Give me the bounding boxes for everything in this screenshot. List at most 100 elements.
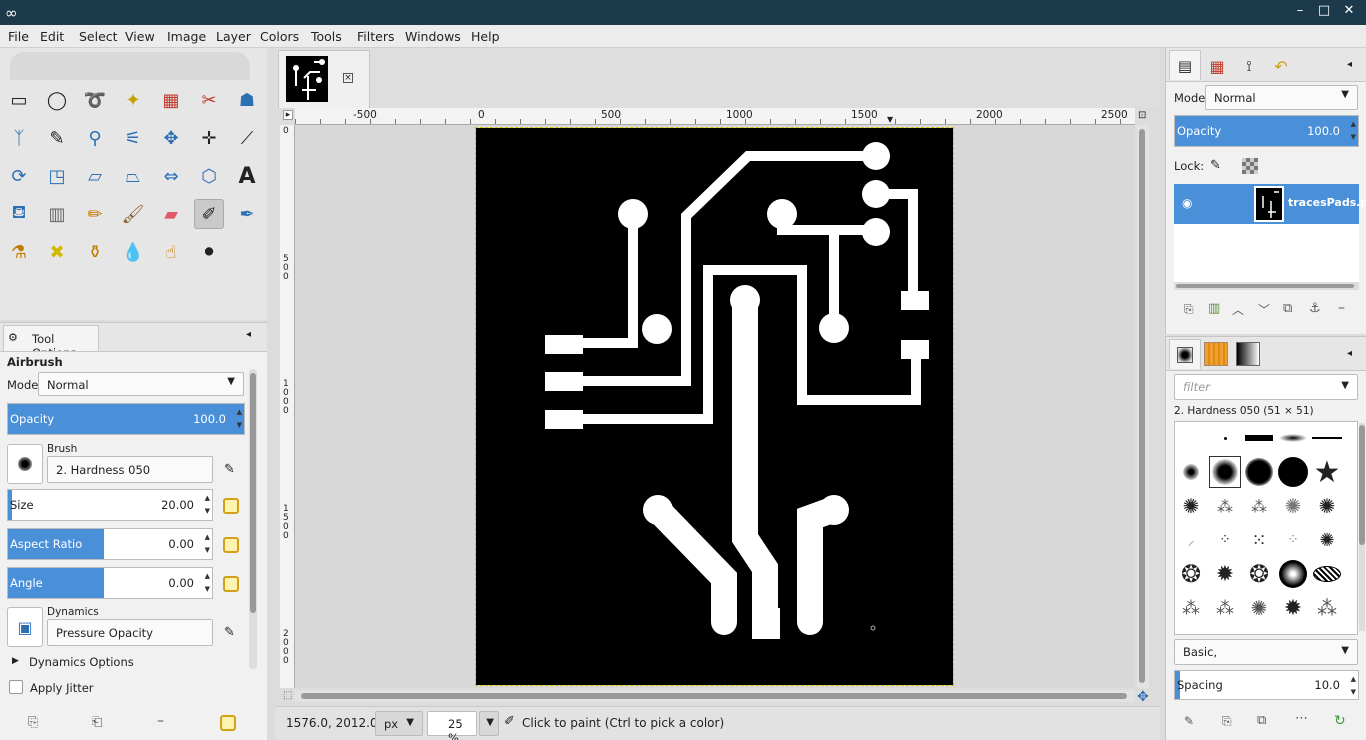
brush-field[interactable]: 2. Hardness 050 bbox=[47, 456, 213, 483]
lower-layer-icon[interactable]: ﹀ bbox=[1258, 301, 1270, 318]
quick-mask-icon[interactable]: ⬚ bbox=[283, 690, 292, 701]
flip-icon[interactable]: ⇔ bbox=[156, 161, 186, 191]
brush-item-selected[interactable] bbox=[1209, 456, 1241, 488]
dynamics-icon[interactable]: ▣ bbox=[7, 607, 43, 647]
brush-item[interactable]: ⁂ bbox=[1243, 490, 1275, 522]
brush-item[interactable]: ⸝ bbox=[1175, 524, 1207, 556]
brush-item[interactable]: ✺ bbox=[1243, 592, 1275, 624]
perspective-clone-icon[interactable]: ⚱ bbox=[80, 237, 110, 267]
crop-icon[interactable]: ⟋ bbox=[232, 123, 262, 153]
brush-item[interactable]: ⁂ bbox=[1175, 592, 1207, 624]
edit-dynamics-icon[interactable]: ✎ bbox=[224, 625, 235, 640]
menu-file[interactable]: File bbox=[8, 29, 29, 44]
brush-item[interactable]: ✹ bbox=[1209, 558, 1241, 590]
reset-aspect-icon[interactable] bbox=[223, 537, 239, 553]
channels-tab-icon[interactable]: ▦ bbox=[1203, 52, 1231, 80]
mode-dropdown[interactable]: Normal ▼ bbox=[38, 372, 244, 396]
fuzzy-select-icon[interactable]: ✦ bbox=[118, 85, 148, 115]
spin-arrows-icon[interactable]: ▲ ▼ bbox=[205, 492, 210, 518]
brush-item[interactable] bbox=[1277, 558, 1309, 590]
duplicate-brush-icon[interactable]: ⧉ bbox=[1257, 713, 1266, 728]
color-picker-icon[interactable]: ✎ bbox=[42, 123, 72, 153]
lock-pixels-icon[interactable]: ✎ bbox=[1210, 158, 1221, 173]
edit-brush-icon[interactable]: ✎ bbox=[1184, 714, 1194, 728]
paths-icon[interactable]: ᛉ bbox=[4, 123, 34, 153]
brush-item[interactable] bbox=[1243, 422, 1275, 454]
menu-tools[interactable]: Tools bbox=[311, 29, 342, 44]
menu-layer[interactable]: Layer bbox=[216, 29, 251, 44]
brush-item[interactable] bbox=[1311, 422, 1343, 454]
refresh-brushes-icon[interactable]: ↻ bbox=[1334, 713, 1346, 729]
menu-view[interactable]: View bbox=[125, 29, 155, 44]
spin-arrows-icon[interactable]: ▲ ▼ bbox=[205, 531, 210, 557]
save-options-icon[interactable]: ⎘ bbox=[28, 715, 38, 730]
brush-item[interactable] bbox=[1311, 558, 1343, 590]
delete-layer-icon[interactable]: – bbox=[1338, 300, 1345, 316]
dodge-burn-icon[interactable]: ⚫ bbox=[194, 237, 224, 267]
brush-item[interactable]: ✺ bbox=[1277, 490, 1309, 522]
brush-item[interactable]: ✺ bbox=[1311, 490, 1343, 522]
brush-item[interactable]: ⁘ bbox=[1209, 524, 1241, 556]
close-button[interactable]: ✕ bbox=[1340, 3, 1358, 18]
tool-options-scrollbar[interactable] bbox=[249, 369, 257, 669]
brush-item[interactable] bbox=[1277, 422, 1309, 454]
free-select-icon[interactable]: ➰ bbox=[80, 85, 110, 115]
new-layer-icon[interactable]: ⎘ bbox=[1184, 302, 1194, 317]
zoom-icon[interactable]: ⚲ bbox=[80, 123, 110, 153]
bucket-fill-icon[interactable]: ⛾ bbox=[4, 199, 34, 229]
angle-slider[interactable]: Angle 0.00 ▲ ▼ bbox=[7, 567, 213, 599]
vertical-ruler[interactable]: 0 500 1000 1500 2000 bbox=[280, 125, 295, 688]
delete-options-icon[interactable]: – bbox=[157, 713, 164, 729]
ellipse-select-icon[interactable]: ◯ bbox=[42, 85, 72, 115]
perspective-icon[interactable]: ⏢ bbox=[118, 161, 148, 191]
image-tab[interactable]: × bbox=[278, 50, 370, 108]
menu-select[interactable]: Select bbox=[79, 29, 118, 44]
zoom-field[interactable]: 25 % bbox=[427, 711, 477, 740]
menu-windows[interactable]: Windows bbox=[405, 29, 461, 44]
menu-edit[interactable]: Edit bbox=[40, 29, 64, 44]
delete-brush-icon[interactable]: ⋯ bbox=[1295, 711, 1308, 726]
brush-item[interactable]: ✺ bbox=[1175, 490, 1207, 522]
raise-layer-icon[interactable]: ︿ bbox=[1232, 301, 1244, 318]
measure-icon[interactable]: ⚟ bbox=[118, 123, 148, 153]
brush-item[interactable]: ❂ bbox=[1243, 558, 1275, 590]
anchor-layer-icon[interactable]: ⚓ bbox=[1309, 301, 1321, 316]
brush-item[interactable]: ❂ bbox=[1175, 558, 1207, 590]
brush-item[interactable] bbox=[1175, 456, 1207, 488]
layers-hscrollbar[interactable] bbox=[1174, 282, 1359, 290]
select-by-color-icon[interactable]: ▦ bbox=[156, 85, 186, 115]
scale-icon[interactable]: ◳ bbox=[42, 161, 72, 191]
cage-transform-icon[interactable]: ⬡ bbox=[194, 161, 224, 191]
edit-brush-icon[interactable]: ✎ bbox=[224, 462, 235, 477]
dynamics-field[interactable]: Pressure Opacity bbox=[47, 619, 213, 646]
reset-size-icon[interactable] bbox=[223, 498, 239, 514]
text-tool-icon[interactable]: A bbox=[232, 161, 262, 191]
opacity-slider[interactable]: Opacity 100.0 ▲ ▼ bbox=[7, 403, 245, 435]
eye-icon[interactable]: ◉ bbox=[1182, 196, 1192, 210]
blur-icon[interactable]: 💧 bbox=[118, 237, 148, 267]
unit-dropdown[interactable]: px ▼ bbox=[375, 711, 423, 736]
menu-help[interactable]: Help bbox=[471, 29, 500, 44]
gradient-icon[interactable]: ▥ bbox=[42, 199, 72, 229]
brush-item[interactable] bbox=[1277, 456, 1309, 488]
ruler-menu-icon[interactable]: ▸ bbox=[283, 110, 293, 120]
size-slider[interactable]: Size 20.00 ▲ ▼ bbox=[7, 489, 213, 521]
tab-tool-options[interactable]: ⚙ Tool Options bbox=[3, 325, 99, 360]
panel-menu-icon[interactable]: ◂ bbox=[1347, 348, 1352, 359]
zoom-fit-icon[interactable]: ⊡ bbox=[1138, 110, 1146, 121]
minimize-button[interactable]: – bbox=[1291, 3, 1309, 18]
layers-tab-icon[interactable]: ▤ bbox=[1169, 50, 1201, 80]
menu-filters[interactable]: Filters bbox=[357, 29, 394, 44]
brush-item[interactable]: ⁂ bbox=[1311, 592, 1343, 624]
clone-icon[interactable]: ⚗ bbox=[4, 237, 34, 267]
brush-spacing-slider[interactable]: Spacing 10.0 ▲ ▼ bbox=[1174, 670, 1359, 700]
maximize-button[interactable]: □ bbox=[1315, 3, 1333, 18]
layer-name[interactable]: tracesPads.png bbox=[1288, 196, 1366, 209]
panel-menu-icon[interactable]: ◂ bbox=[1347, 59, 1352, 70]
paths-tab-icon[interactable]: ⟟ bbox=[1235, 52, 1263, 80]
reset-angle-icon[interactable] bbox=[223, 576, 239, 592]
spin-arrows-icon[interactable]: ▲ ▼ bbox=[1351, 673, 1356, 699]
spin-arrows-icon[interactable]: ▲ ▼ bbox=[237, 406, 242, 432]
paintbrush-icon[interactable]: 🖌 bbox=[118, 199, 148, 229]
patterns-tab-icon[interactable] bbox=[1204, 342, 1228, 366]
